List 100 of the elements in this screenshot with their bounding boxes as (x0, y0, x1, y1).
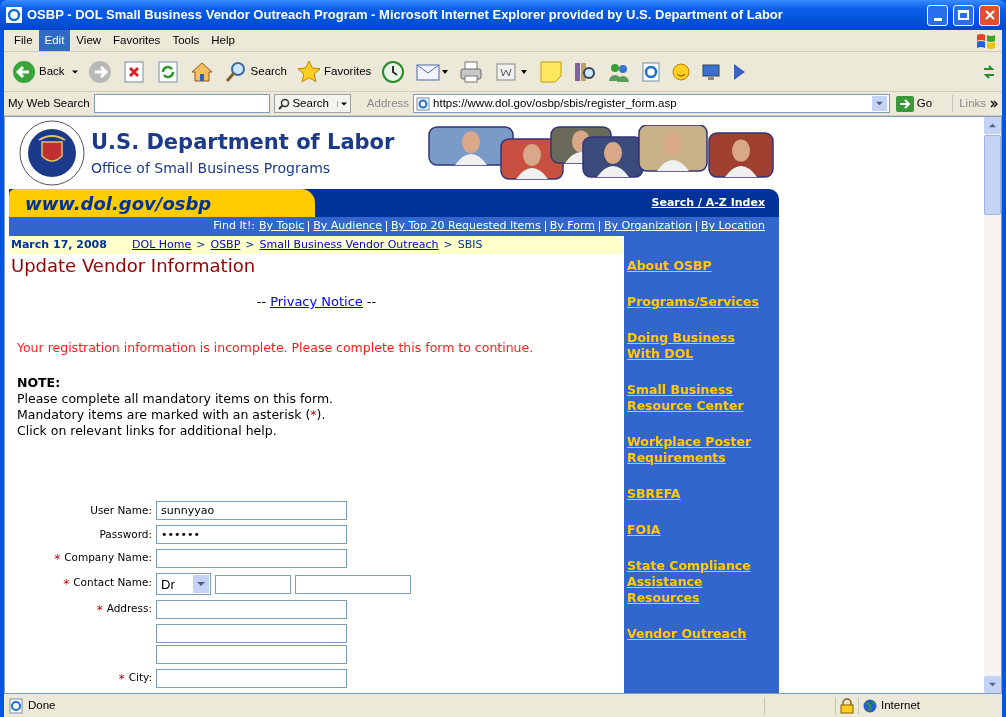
input-field[interactable] (156, 624, 347, 644)
breadcrumb-separator: > (195, 236, 207, 253)
dropdown-button[interactable] (871, 96, 887, 111)
sidebar-link[interactable]: Doing Business With DOL (627, 330, 779, 362)
caret-icon (197, 580, 205, 589)
close-button[interactable] (979, 4, 1000, 26)
chevron-icon[interactable] (990, 99, 998, 108)
window-title: OSBP - DOL Small Business Vendor Outreach Program - Microsoft Internet Explorer provided by U.S. Department of Labor (27, 6, 784, 25)
password-field[interactable]: •••••• (156, 525, 347, 545)
seal-icon (19, 120, 85, 186)
page-heading: Update Vendor Information (10, 254, 257, 278)
title-select[interactable]: Dr (156, 573, 211, 596)
scrollbar[interactable] (984, 117, 1001, 693)
note-text: Please complete all mandatory items on this form. (17, 391, 335, 408)
caret-icon (989, 681, 996, 688)
agency-title: U.S. Department of Labor (91, 128, 396, 156)
sidebar-link[interactable]: Programs/Services (627, 294, 779, 310)
globe-icon (863, 698, 877, 713)
error-message: Your registration information is incomplete. Please complete this form to continue. (16, 338, 535, 357)
browser-page-icon (641, 61, 662, 82)
note-text: Click on relevant links for additional help. (17, 423, 278, 440)
maximize-button[interactable] (953, 4, 974, 26)
breadcrumb-link[interactable]: OSBP (210, 236, 241, 254)
menu-item[interactable]: Edit (38, 29, 71, 52)
find-it-link[interactable]: By Audience (313, 218, 382, 235)
breadcrumb-link[interactable]: DOL Home (132, 236, 192, 254)
required-asterisk: * (63, 576, 70, 594)
star-icon (297, 59, 321, 84)
find-it-link[interactable]: By Organization (604, 218, 692, 235)
find-it-link[interactable]: By Topic (259, 218, 305, 235)
lock-icon (840, 697, 854, 714)
stop-icon (121, 59, 146, 84)
arrows-icon (982, 63, 996, 80)
breadcrumb-separator: > (244, 236, 256, 253)
browser-logo-icon (6, 7, 22, 23)
dash-text: -- (366, 293, 377, 311)
caret-icon (875, 100, 883, 107)
sidebar-link[interactable]: Vendor Outreach (627, 626, 779, 642)
menu-item[interactable]: Help (205, 29, 241, 52)
toolbar-button[interactable]: Back (10, 59, 80, 84)
menu-item[interactable]: File (8, 29, 39, 52)
menu-item[interactable]: Tools (166, 29, 206, 52)
note-title: NOTE: (17, 375, 62, 392)
last-name-field[interactable] (295, 574, 411, 594)
find-it-link[interactable]: By Top 20 Requested Items (390, 218, 541, 235)
status-text: Done (28, 697, 57, 713)
note-icon (539, 59, 564, 84)
scrollbar-thumb[interactable] (984, 135, 1001, 215)
field-label: City: (128, 669, 152, 685)
search-icon (223, 59, 248, 84)
web-search-field[interactable] (93, 94, 271, 113)
input-field[interactable]: sunnyyao (156, 501, 347, 521)
find-it-link[interactable]: By Form (549, 218, 596, 235)
toolbar-button[interactable]: Favorites (295, 59, 374, 84)
privacy-notice-link[interactable]: Privacy Notice (270, 292, 363, 312)
field-label: Password: (99, 526, 152, 542)
first-name-field[interactable] (215, 574, 291, 594)
menu-item[interactable]: Favorites (107, 29, 167, 52)
caret-icon (989, 122, 996, 129)
input-field[interactable] (156, 645, 347, 665)
office-subtitle: Office of Small Business Programs (91, 159, 332, 179)
status-pane (764, 696, 836, 715)
go-button[interactable]: Go (893, 94, 935, 113)
field-label: Address: (106, 600, 152, 616)
find-it-label: Find It!: (213, 218, 256, 235)
site-url: www.dol.gov/osbp (9, 189, 315, 217)
required-asterisk: * (54, 550, 61, 568)
address-field[interactable]: https://www.dol.gov/osbp/sbis/register_form.asp (413, 94, 890, 113)
field-label: Company Name: (64, 549, 152, 565)
sidebar-link[interactable]: FOIA (627, 522, 779, 538)
printer-icon (459, 59, 484, 84)
close-icon (984, 10, 995, 20)
find-it-link[interactable]: By Location (700, 218, 765, 235)
refresh-icon (155, 59, 180, 84)
field-label: Contact Name: (73, 575, 152, 591)
note-text: Mandatory items are marked with an asterisk (*). (17, 407, 327, 424)
address-label: Address (366, 95, 410, 111)
minimize-button[interactable] (927, 4, 948, 26)
menu-item[interactable]: View (70, 29, 108, 52)
go-arrow-icon (895, 95, 914, 112)
search-button[interactable]: Search (274, 94, 351, 113)
page-icon (416, 96, 431, 111)
sidebar-link[interactable]: About OSBP (627, 258, 779, 274)
dash-text: -- (256, 293, 267, 311)
sidebar-link[interactable]: SBREFA (627, 486, 779, 502)
field-label: User Name: (90, 502, 152, 518)
input-field[interactable] (156, 549, 347, 569)
input-field[interactable] (156, 669, 347, 689)
caret-icon (71, 68, 78, 75)
date-label: March 17, 2008 (11, 236, 108, 253)
search-index-link[interactable]: Search / A-Z Index (651, 194, 765, 212)
breadcrumb-link[interactable]: Small Business Vendor Outreach (259, 236, 439, 254)
sidebar-link[interactable]: Workplace Poster Requirements (627, 434, 779, 466)
sidebar-link[interactable]: Small Business Resource Center (627, 382, 779, 414)
sidebar-link[interactable]: State Compliance Assistance Resources (627, 558, 779, 606)
history-icon (381, 59, 406, 84)
page-icon (8, 697, 24, 714)
input-field[interactable] (156, 600, 347, 620)
toolbar-button[interactable]: Search (221, 59, 289, 84)
breadcrumb-separator: > (442, 236, 454, 253)
